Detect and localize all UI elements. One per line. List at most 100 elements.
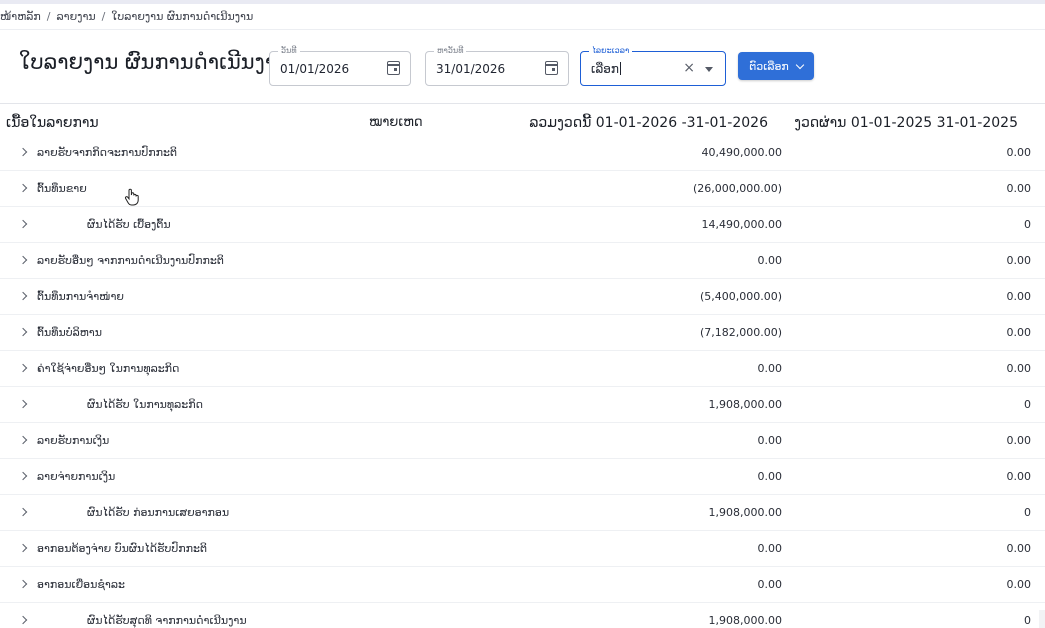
chevron-right-icon[interactable] [18,219,28,229]
row-previous-value: 0.00 [1006,578,1032,591]
table-row[interactable]: ຜົນໄດ້ຮັບ ເບື້ອງຕົ້ນ 14,490,000.00 0 [0,207,1045,243]
chevron-right-icon[interactable] [18,507,28,517]
row-previous-value: 0.00 [1006,542,1032,555]
row-current-value: 14,490,000.00 [701,218,782,231]
chevron-down-icon [795,60,805,69]
table-row[interactable]: ຕົ້ນທຶນຂາຍ (26,000,000.00) 0.00 [0,171,1045,207]
table-row[interactable]: ລາຍຮັບຈາກກິດຈະການປົກກະຕິ 40,490,000.00 0.0… [0,135,1045,171]
row-current-value: (7,182,000.00) [699,326,782,339]
row-previous-value: 0 [1024,398,1031,411]
row-current-value: 0.00 [757,362,783,375]
chevron-right-icon[interactable] [18,255,28,265]
row-label: ຜົນໄດ້ຮັບ ເບື້ອງຕົ້ນ [87,218,171,231]
row-label: ຕົ້ນທຶນບໍລິຫານ [37,326,102,339]
row-current-value: 1,908,000.00 [708,614,782,627]
row-current-value: 0.00 [757,470,783,483]
date-to-field[interactable]: ຫາວັນທີ 31/01/2026 [425,46,569,86]
hand-pointer-icon [125,188,139,206]
row-label: ຕົ້ນທຶນຂາຍ [37,182,87,195]
chevron-right-icon[interactable] [18,291,28,301]
date-to-label: ຫາວັນທີ [434,46,467,56]
row-previous-value: 0 [1024,506,1031,519]
page-title: ໃບລາຍງານ ຜົນການດຳເນີນງານ [19,50,290,74]
table-row[interactable]: ອາກອນເຍື່ອນຊຳລະ 0.00 0.00 [0,567,1045,603]
chevron-right-icon[interactable] [18,183,28,193]
table-row[interactable]: ຕົ້ນທຶນບໍລິຫານ (7,182,000.00) 0.00 [0,315,1045,351]
calendar-icon[interactable] [545,61,558,75]
table-row[interactable]: ຜົນໄດ້ຮັບ ໃນການທຸລະກິດ 1,908,000.00 0 [0,387,1045,423]
row-current-value: 1,908,000.00 [708,398,782,411]
row-current-value: 0.00 [757,578,783,591]
row-label: ຕົ້ນທຶນການຈຳໜ່າຍ [37,290,124,303]
chevron-right-icon[interactable] [18,435,28,445]
row-label: ຄ່າໃຊ້ຈ່າຍອື່ນໆ ໃນການທຸລະກິດ [37,362,180,375]
row-previous-value: 0.00 [1006,326,1032,339]
row-previous-value: 0.00 [1006,290,1032,303]
column-header-note: ໝາຍເຫດ [369,115,423,130]
date-from-field[interactable]: ວັນທີ 01/01/2026 [269,46,411,86]
row-label: ລາຍຈ່າຍການເງິນ [37,470,116,483]
row-current-value: 0.00 [757,542,783,555]
date-to-value[interactable]: 31/01/2026 [436,62,505,76]
row-label: ລາຍຮັບຈາກກິດຈະການປົກກະຕິ [37,146,178,159]
breadcrumb-separator: / [46,9,51,23]
chevron-right-icon[interactable] [18,543,28,553]
options-button[interactable]: ຕົວເລືອກ [738,52,814,80]
table-row[interactable]: ຄ່າໃຊ້ຈ່າຍອື່ນໆ ໃນການທຸລະກິດ 0.00 0.00 [0,351,1045,387]
calendar-icon[interactable] [387,61,400,75]
row-previous-value: 0.00 [1006,146,1032,159]
row-label: ລາຍຮັບອື່ນໆ ຈາກການດຳເນີນງານປົກກະຕິ [37,254,224,267]
chevron-right-icon[interactable] [18,147,28,157]
row-label: ຜົນໄດ້ຮັບສຸດທິ ຈາກການດຳເນີນງານ [87,614,247,627]
chevron-right-icon[interactable] [18,363,28,373]
report-table: ລາຍຮັບຈາກກິດຈະການປົກກະຕິ 40,490,000.00 0.0… [0,135,1045,628]
table-row[interactable]: ລາຍຮັບອື່ນໆ ຈາກການດຳເນີນງານປົກກະຕິ 0.00 0.… [0,243,1045,279]
row-current-value: (5,400,000.00) [699,290,782,303]
close-icon[interactable]: × [683,60,695,76]
row-previous-value: 0.00 [1006,254,1032,267]
divider [0,103,1045,104]
table-row[interactable]: ຜົນໄດ້ຮັບ ກ່ອນການເສຍອາກອນ 1,908,000.00 0 [0,495,1045,531]
breadcrumb-separator: / [101,9,106,23]
scrollbar[interactable] [1039,610,1045,628]
chevron-right-icon[interactable] [18,579,28,589]
date-from-value[interactable]: 01/01/2026 [280,62,349,76]
row-current-value: (26,000,000.00) [692,182,782,195]
row-current-value: 40,490,000.00 [701,146,782,159]
date-from-label: ວັນທີ [278,46,300,56]
breadcrumb-reports[interactable]: ລາຍງານ [57,10,96,23]
table-row[interactable]: ລາຍຈ່າຍການເງິນ 0.00 0.00 [0,459,1045,495]
chevron-right-icon[interactable] [18,399,28,409]
period-input[interactable]: ເລືອກ [591,62,621,76]
row-label: ອາກອນຕ້ອງຈ່າຍ ບົນຜົນໄດ້ຮັບປົກກະຕິ [37,542,208,555]
period-input-text: ເລືອກ [591,62,619,76]
table-row[interactable]: ຜົນໄດ້ຮັບສຸດທິ ຈາກການດຳເນີນງານ 1,908,000.… [0,603,1045,628]
chevron-down-icon[interactable] [705,67,713,72]
row-label: ລາຍຮັບການເງິນ [37,434,110,447]
row-previous-value: 0.00 [1006,434,1032,447]
breadcrumb-home[interactable]: ໜ້າຫລັກ [0,10,41,23]
chevron-right-icon[interactable] [18,471,28,481]
text-caret [619,62,621,75]
breadcrumb: ໜ້າຫລັກ / ລາຍງານ / ໃບລາຍງານ ຜົນການດຳເນີນ… [0,4,253,28]
row-current-value: 0.00 [757,434,783,447]
breadcrumb-current: ໃບລາຍງານ ຜົນການດຳເນີນງານ [111,9,254,23]
row-current-value: 0.00 [757,254,783,267]
divider [0,29,1045,30]
table-row[interactable]: ລາຍຮັບການເງິນ 0.00 0.00 [0,423,1045,459]
chevron-right-icon[interactable] [18,615,28,625]
table-row[interactable]: ອາກອນຕ້ອງຈ່າຍ ບົນຜົນໄດ້ຮັບປົກກະຕິ 0.00 0.0… [0,531,1045,567]
row-previous-value: 0 [1024,218,1031,231]
row-previous-value: 0 [1024,614,1031,627]
row-previous-value: 0.00 [1006,470,1032,483]
row-label: ອາກອນເຍື່ອນຊຳລະ [37,578,125,591]
row-current-value: 1,908,000.00 [708,506,782,519]
table-row[interactable]: ຕົ້ນທຶນການຈຳໜ່າຍ (5,400,000.00) 0.00 [0,279,1045,315]
column-header-current-period: ລວມງວດນີ້ 01-01-2026 -31-01-2026 [529,115,768,131]
period-label: ໄລຍະເວລາ [589,46,633,56]
row-label: ຜົນໄດ້ຮັບ ໃນການທຸລະກິດ [87,398,203,411]
period-select[interactable]: ໄລຍະເວລາ ເລືອກ × [580,46,726,86]
row-label: ຜົນໄດ້ຮັບ ກ່ອນການເສຍອາກອນ [87,506,230,519]
chevron-right-icon[interactable] [18,327,28,337]
row-previous-value: 0.00 [1006,362,1032,375]
